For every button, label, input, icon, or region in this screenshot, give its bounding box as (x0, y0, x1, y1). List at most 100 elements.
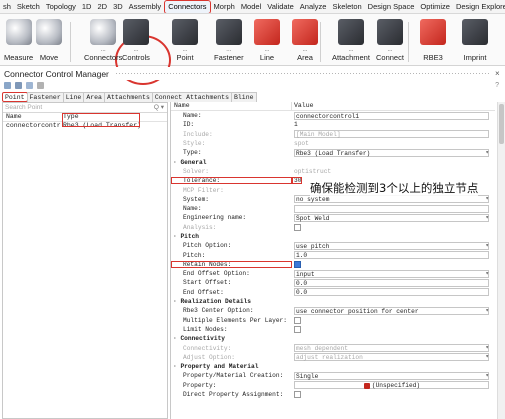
property-dropdown[interactable]: Spot Weld (294, 213, 489, 222)
property-value-cell[interactable]: no system (292, 195, 495, 204)
more-options-icon[interactable]: ... (226, 47, 231, 53)
property-row-id[interactable]: ID: 1 (171, 120, 495, 129)
property-dropdown[interactable]: use connector position for center (294, 306, 489, 315)
property-dropdown[interactable]: input (294, 269, 489, 278)
property-value-cell[interactable]: 0.0 (292, 288, 495, 297)
property-input[interactable]: 0.0 (294, 278, 489, 287)
property-row-rbe3-center-option[interactable]: Rbe3 Center Option: use connector positio… (171, 306, 495, 315)
property-row-end-offset-option[interactable]: End Offset Option: input (171, 269, 495, 278)
section-header[interactable]: · General (171, 157, 495, 166)
section-header[interactable]: · Property and Material (171, 362, 495, 371)
menu-item-morph[interactable]: Morph (211, 1, 238, 13)
property-value-cell[interactable] (292, 204, 495, 213)
property-dropdown[interactable]: Rbe3 (Load Transfer) (294, 148, 489, 157)
property-row-engineering-name[interactable]: Engineering name: Spot Weld (171, 213, 495, 222)
scrollbar-thumb[interactable] (499, 104, 504, 144)
menu-item-assembly[interactable]: Assembly (126, 1, 165, 13)
property-value-cell[interactable] (292, 325, 495, 333)
tab-fastener[interactable]: Fastener (26, 92, 64, 102)
tab-line[interactable]: Line (62, 92, 85, 102)
property-row-property-material-creation[interactable]: Property/Material Creation: Single (171, 371, 495, 380)
drag-grip[interactable] (114, 72, 489, 75)
property-value-cell[interactable] (292, 316, 495, 324)
more-options-icon[interactable]: ... (387, 47, 392, 53)
property-row-limit-nodes[interactable]: Limit Nodes: (171, 325, 495, 334)
filter-icon[interactable] (26, 82, 33, 89)
property-row-solver[interactable]: Solver: optistruct (171, 167, 495, 176)
search-input[interactable]: Search Point Q ▾ (3, 103, 167, 113)
property-row-system[interactable]: System: no system (171, 195, 495, 204)
property-row-analysis[interactable]: Analysis: (171, 223, 495, 232)
property-row-include[interactable]: Include: [Main Model] (171, 130, 495, 139)
menu-item-skeleton[interactable]: Skeleton (329, 1, 364, 13)
menu-item-design-explorer[interactable]: Design Explorer (453, 1, 505, 13)
property-input[interactable]: (Unspecified) (294, 381, 489, 390)
edit-icon[interactable] (37, 82, 44, 89)
menu-item-model[interactable]: Model (238, 1, 264, 13)
vertical-scrollbar[interactable] (497, 102, 505, 419)
ribbon-tool-connectors[interactable]: ... Connectors (84, 17, 122, 65)
tab-connect-attachments[interactable]: Connect Attachments (151, 92, 232, 102)
checkbox[interactable] (294, 325, 301, 333)
property-row-direct-property-assignment[interactable]: Direct Property Assignment: (171, 390, 495, 399)
property-value-cell[interactable]: connectorcontrol1 (292, 111, 495, 120)
property-value-cell[interactable]: 1 (292, 121, 495, 128)
close-icon[interactable]: × (495, 69, 505, 78)
menu-item-sketch[interactable]: Sketch (14, 1, 43, 13)
property-row-connectivity[interactable]: Connectivity: mesh dependent (171, 343, 495, 353)
tab-attachments[interactable]: Attachments (103, 92, 153, 102)
tab-bline[interactable]: Bline (231, 92, 257, 102)
more-options-icon[interactable]: ... (264, 47, 269, 53)
property-row-name[interactable]: Name: connectorcontrol1 (171, 111, 495, 120)
more-options-icon[interactable]: ... (182, 47, 187, 53)
section-header[interactable]: · Pitch (171, 232, 495, 241)
property-value-cell[interactable]: Spot Weld (292, 213, 495, 222)
column-header-name[interactable]: Name (3, 113, 61, 121)
tab-area[interactable]: Area (83, 92, 105, 102)
expand-icon[interactable] (4, 82, 11, 89)
ribbon-tool-line[interactable]: ... Line (254, 17, 280, 65)
property-value-cell[interactable]: use pitch (292, 241, 495, 250)
menu-item-1d[interactable]: 1D (79, 1, 95, 13)
checked-checkbox[interactable] (294, 260, 301, 268)
checkbox[interactable] (294, 390, 301, 398)
menu-item-analyze[interactable]: Analyze (297, 1, 330, 13)
ribbon-tool-rbe3[interactable]: RBE3 (420, 17, 446, 65)
more-options-icon[interactable]: ... (133, 47, 138, 53)
property-value-cell[interactable] (292, 260, 495, 268)
more-options-icon[interactable]: ... (101, 47, 106, 53)
ribbon-tool-area[interactable]: ... Area (292, 17, 318, 65)
property-row-type[interactable]: Type: Rbe3 (Load Transfer) (171, 148, 495, 157)
ribbon-tool-fastener[interactable]: ... Fastener (214, 17, 244, 65)
property-row-retain-nodes[interactable]: Retain Nodes: (171, 260, 495, 269)
menu-item-validate[interactable]: Validate (264, 1, 297, 13)
menu-item-3d[interactable]: 3D (110, 1, 126, 13)
ribbon-tool-point[interactable]: ... Point (172, 17, 198, 65)
menu-item-optimize[interactable]: Optimize (417, 1, 453, 13)
property-value-cell[interactable]: 0.0 (292, 278, 495, 287)
more-options-icon[interactable]: ... (348, 47, 353, 53)
property-row-adjust-option[interactable]: Adjust Option: adjust realization (171, 353, 495, 362)
ribbon-tool-controls[interactable]: ... Controls (122, 17, 150, 65)
menu-item-design-space[interactable]: Design Space (365, 1, 418, 13)
property-value-cell[interactable]: Single (292, 371, 495, 380)
property-value-cell[interactable]: (Unspecified) (292, 381, 495, 390)
property-value-cell[interactable] (292, 390, 495, 398)
help-icon[interactable]: ? (495, 82, 499, 89)
checkbox[interactable] (294, 223, 301, 231)
property-dropdown[interactable]: no system (294, 195, 489, 204)
property-row-multiple-elements-per-layer[interactable]: Multiple Elements Per Layer: (171, 316, 495, 325)
tab-point[interactable]: Point (2, 92, 28, 102)
property-dropdown[interactable]: Single (294, 371, 489, 380)
property-value-cell[interactable]: 1.0 (292, 251, 495, 260)
property-value-cell[interactable]: use connector position for center (292, 306, 495, 315)
menu-item-connectors[interactable]: Connectors (164, 0, 211, 13)
property-value-cell[interactable]: Rbe3 (Load Transfer) (292, 148, 495, 157)
menu-item-sh[interactable]: sh (0, 1, 14, 13)
property-dropdown[interactable]: use pitch (294, 241, 489, 250)
property-input[interactable]: 1.0 (294, 251, 489, 260)
property-row-property[interactable]: Property: (Unspecified) (171, 381, 495, 390)
ribbon-tool-connect[interactable]: ... Connect (376, 17, 404, 65)
menu-item-2d[interactable]: 2D (94, 1, 110, 13)
property-row-pitch-option[interactable]: Pitch Option: use pitch (171, 241, 495, 250)
